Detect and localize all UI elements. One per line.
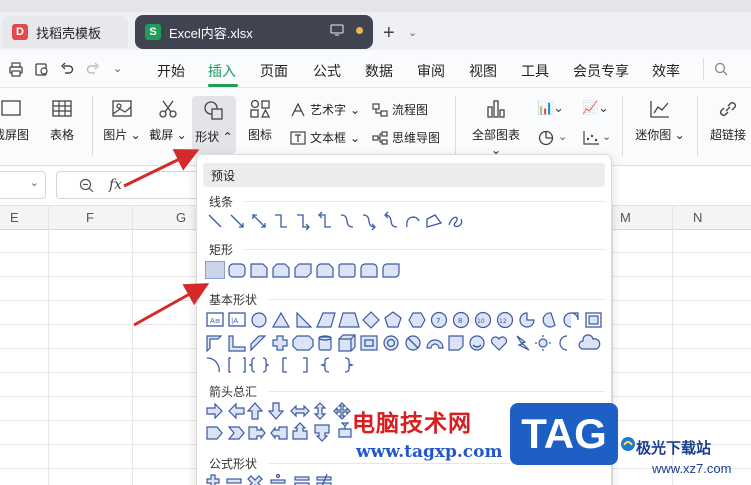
watermark-url: www.tagxp.com	[356, 442, 503, 462]
arrow-to-rectangle	[133, 283, 210, 327]
watermark-site-url: www.xz7.com	[652, 461, 732, 476]
watermark-text: 电脑技术网	[352, 410, 472, 436]
arrow-to-shape-button	[123, 149, 200, 188]
watermark-logo: TAG	[510, 403, 618, 465]
aurora-logo-icon	[621, 437, 635, 451]
watermark-site-name: 极光下载站	[636, 440, 712, 457]
